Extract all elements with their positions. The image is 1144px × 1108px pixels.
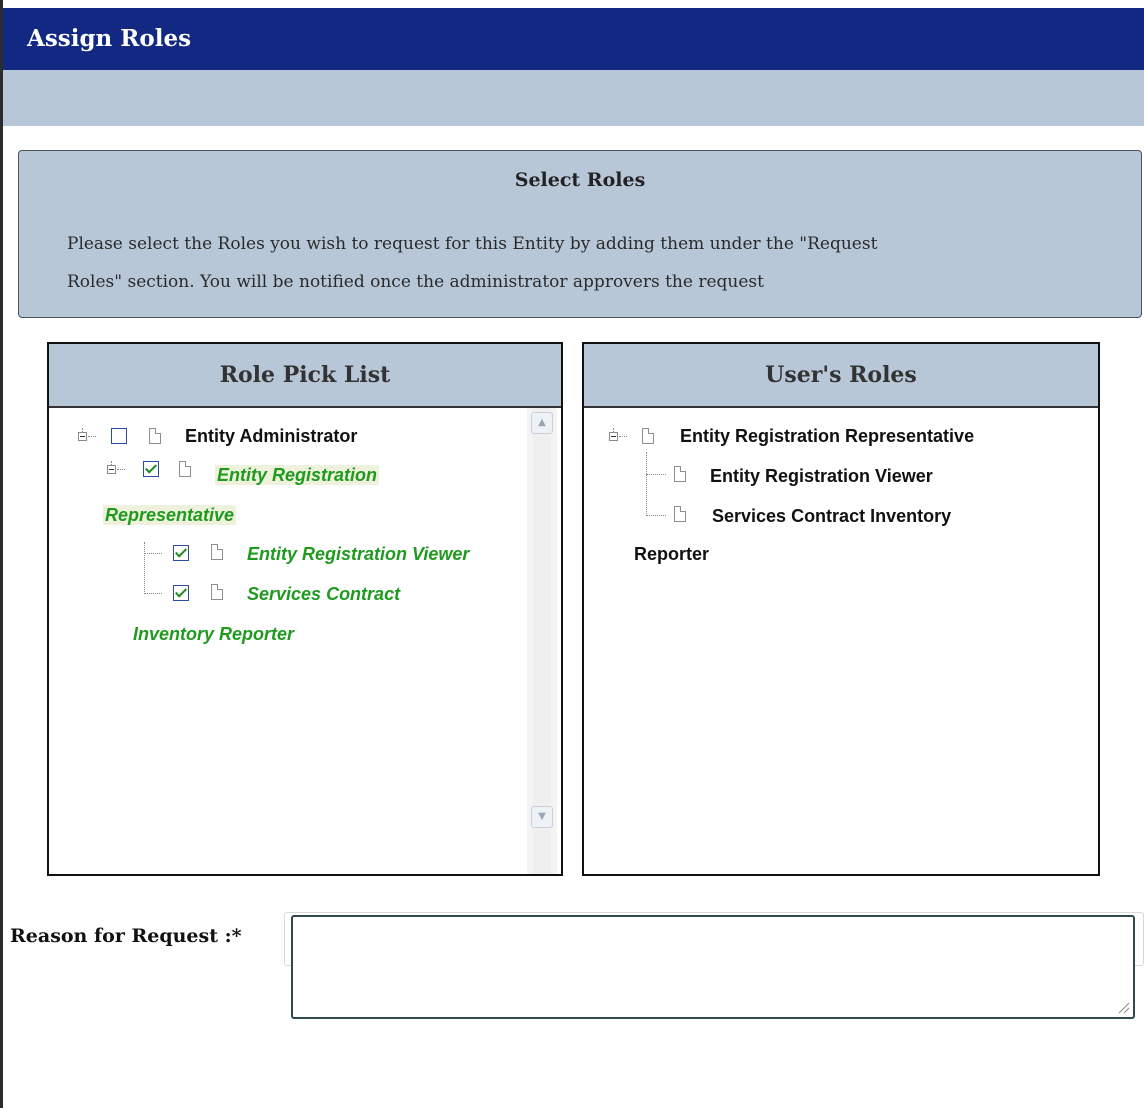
info-title: Select Roles — [514, 169, 646, 191]
tree-connector — [646, 452, 647, 516]
tree-connector — [619, 436, 627, 437]
role-pick-list-title: Role Pick List — [49, 344, 561, 408]
info-text: Please select the Roles you wish to requ… — [67, 225, 1111, 301]
scroll-down-icon[interactable]: ▼ — [531, 806, 553, 828]
checkbox-entity-registration-viewer[interactable] — [173, 545, 189, 561]
collapse-icon[interactable] — [78, 432, 87, 441]
tree-connector — [646, 515, 666, 516]
pick-list-scrollbar[interactable]: ▲ ▼ — [527, 408, 557, 874]
tree-item-entity-registration-viewer[interactable]: Entity Registration Viewer — [247, 544, 469, 565]
tree-item-entity-registration-representative-cont[interactable]: Representative — [103, 505, 237, 526]
user-role-services-contract-inventory-reporter-cont[interactable]: Reporter — [634, 544, 709, 565]
user-role-entity-registration-representative[interactable]: Entity Registration Representative — [680, 426, 974, 447]
tree-connector — [144, 542, 145, 594]
info-text-line-2: Roles" section. You will be notified onc… — [67, 272, 764, 292]
tree-connector — [144, 553, 162, 554]
document-icon — [211, 544, 223, 560]
users-roles-panel: User's Roles Entity Registration Represe… — [582, 342, 1100, 876]
checkbox-entity-administrator[interactable] — [111, 428, 127, 444]
user-role-entity-registration-viewer[interactable]: Entity Registration Viewer — [710, 466, 933, 487]
checkbox-services-contract-inventory-reporter[interactable] — [173, 585, 189, 601]
tree-connector — [646, 474, 666, 475]
tree-item-services-contract-inventory-reporter-cont[interactable]: Inventory Reporter — [133, 624, 294, 645]
tree-connector — [117, 469, 125, 470]
document-icon — [149, 428, 161, 444]
document-icon — [674, 466, 686, 482]
select-roles-info-box: Select Roles Please select the Roles you… — [18, 150, 1142, 318]
page-title: Assign Roles — [3, 8, 1144, 70]
tree-connector — [88, 436, 96, 437]
document-icon — [674, 506, 686, 522]
reason-for-request-textarea[interactable] — [291, 915, 1135, 1019]
checkbox-entity-registration-representative[interactable] — [143, 461, 159, 477]
document-icon — [211, 584, 223, 600]
info-text-line-1: Please select the Roles you wish to requ… — [67, 234, 878, 254]
scroll-up-icon[interactable]: ▲ — [531, 412, 553, 434]
document-icon — [642, 428, 654, 444]
reason-for-request-label: Reason for Request :* — [10, 925, 242, 947]
window-left-border — [0, 0, 3, 1108]
tree-connector — [144, 593, 162, 594]
collapse-icon[interactable] — [609, 432, 618, 441]
role-pick-list-panel: Role Pick List Entity Administrator Enti… — [47, 342, 563, 876]
tree-item-entity-registration-representative[interactable]: Entity Registration — [215, 465, 380, 486]
resize-grip-icon[interactable] — [1116, 1000, 1130, 1014]
collapse-icon[interactable] — [107, 465, 116, 474]
tree-item-entity-administrator[interactable]: Entity Administrator — [185, 426, 357, 447]
scrollbar-track[interactable] — [533, 408, 551, 874]
toolbar-bar — [3, 70, 1144, 126]
tree-item-label-line-2: Representative — [103, 505, 237, 525]
users-roles-title: User's Roles — [584, 344, 1098, 408]
tree-item-label-line-1: Entity Registration — [215, 465, 380, 485]
user-role-services-contract-inventory-reporter[interactable]: Services Contract Inventory — [712, 506, 951, 527]
document-icon — [179, 461, 191, 477]
tree-item-services-contract-inventory-reporter[interactable]: Services Contract — [247, 584, 400, 605]
